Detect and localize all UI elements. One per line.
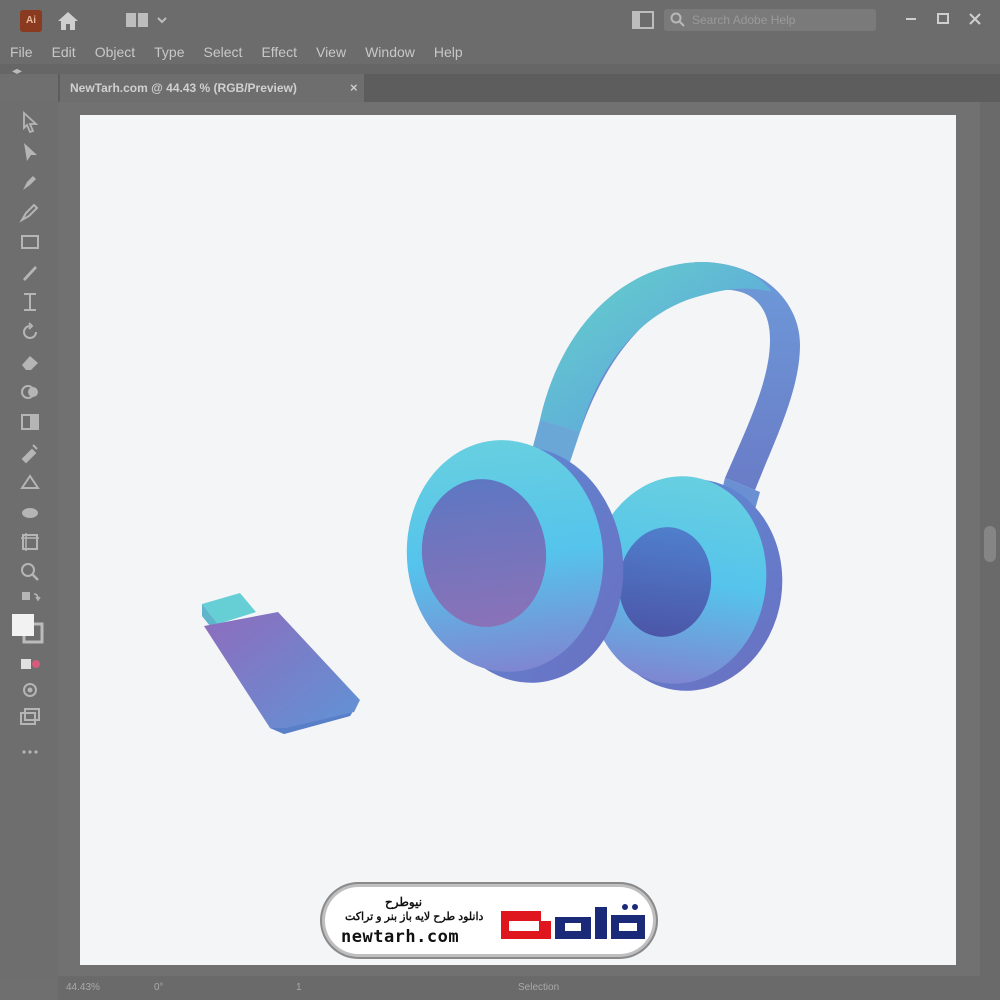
watermark-url: newtarh.com — [341, 927, 460, 947]
collapse-toolbar-icon[interactable]: ◂▸ — [12, 66, 22, 77]
zoom-level[interactable]: 44.43% — [66, 982, 100, 993]
symbol-sprayer-tool-icon[interactable] — [18, 500, 42, 524]
scroll-thumb[interactable] — [984, 526, 996, 562]
watermark-badge: نیوطرح دانلود طرح لایه باز بنر و تراکت n… — [325, 887, 653, 954]
document-tab[interactable]: NewTarh.com @ 44.43 % (RGB/Preview) × — [60, 74, 364, 102]
menu-object[interactable]: Object — [95, 44, 135, 60]
shape-builder-tool-icon[interactable] — [18, 380, 42, 404]
paintbrush-tool-icon[interactable] — [18, 260, 42, 284]
zoom-tool-icon[interactable] — [18, 560, 42, 584]
document-tab-title: NewTarh.com @ 44.43 % (RGB/Preview) — [70, 81, 297, 95]
menu-window[interactable]: Window — [365, 44, 415, 60]
menu-help[interactable]: Help — [434, 44, 463, 60]
artboard[interactable] — [80, 115, 956, 965]
tools-panel — [0, 100, 58, 980]
menu-file[interactable]: File — [10, 44, 33, 60]
menu-view[interactable]: View — [316, 44, 346, 60]
title-bar: Ai Search Adobe Help — [0, 0, 1000, 40]
vertical-scrollbar[interactable] — [980, 102, 1000, 976]
search-input[interactable]: Search Adobe Help — [664, 9, 876, 31]
search-placeholder: Search Adobe Help — [692, 13, 796, 27]
curvature-tool-icon[interactable] — [18, 200, 42, 224]
screen-mode-icon[interactable] — [18, 678, 42, 702]
blend-tool-icon[interactable] — [18, 470, 42, 494]
artboard-number[interactable]: 1 — [296, 982, 302, 993]
edit-toolbar-icon[interactable] — [18, 740, 42, 764]
watermark-tagline: دانلود طرح لایه باز بنر و تراکت — [345, 911, 484, 923]
selection-tool-icon[interactable] — [18, 110, 42, 134]
rectangle-tool-icon[interactable] — [18, 230, 42, 254]
rotate-tool-icon[interactable] — [18, 320, 42, 344]
tab-close-icon[interactable]: × — [350, 80, 358, 95]
search-icon — [670, 12, 685, 27]
restore-icon[interactable] — [930, 6, 956, 32]
artboard-view-icon[interactable] — [18, 704, 42, 728]
workspace-switcher-icon[interactable] — [124, 10, 170, 30]
watermark-brand: نیوطرح — [385, 895, 423, 909]
menu-select[interactable]: Select — [204, 44, 243, 60]
minimize-icon[interactable] — [898, 6, 924, 32]
control-bar — [0, 64, 1000, 74]
status-mode[interactable]: Selection — [518, 982, 559, 993]
gradient-tool-icon[interactable] — [18, 410, 42, 434]
menu-type[interactable]: Type — [154, 44, 184, 60]
direct-selection-tool-icon[interactable] — [18, 140, 42, 164]
artboard-tool-icon[interactable] — [18, 530, 42, 554]
document-tab-bar: NewTarh.com @ 44.43 % (RGB/Preview) × — [58, 74, 1000, 102]
menu-effect[interactable]: Effect — [261, 44, 297, 60]
status-bar: 44.43% 0° 1 Selection — [58, 976, 1000, 1000]
eraser-tool-icon[interactable] — [18, 350, 42, 374]
fill-stroke-icon[interactable] — [10, 612, 46, 646]
draw-modes-icon[interactable] — [18, 652, 42, 676]
arrange-documents-icon[interactable] — [632, 10, 654, 30]
rotation-value[interactable]: 0° — [154, 982, 164, 993]
app-logo-icon[interactable]: Ai — [20, 10, 42, 32]
watermark-logo — [501, 904, 645, 939]
pen-tool-icon[interactable] — [18, 170, 42, 194]
menu-bar: File Edit Object Type Select Effect View… — [0, 40, 1000, 64]
swap-colors-icon[interactable] — [18, 588, 42, 612]
menu-edit[interactable]: Edit — [52, 44, 76, 60]
home-icon[interactable] — [55, 8, 81, 34]
close-window-icon[interactable] — [962, 6, 988, 32]
width-tool-icon[interactable] — [18, 290, 42, 314]
eyedropper-tool-icon[interactable] — [18, 440, 42, 464]
